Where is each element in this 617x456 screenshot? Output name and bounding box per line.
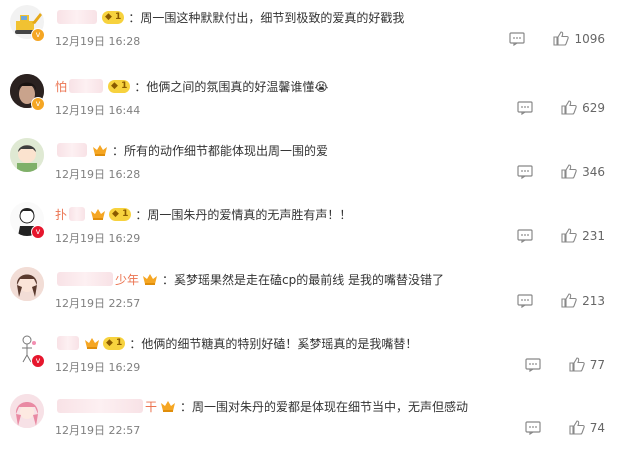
comment-time: 12月19日 22:57 xyxy=(55,424,141,437)
crown-icon xyxy=(84,336,100,350)
comment-text: 周一围对朱丹的爱都是体现在细节当中，无声但感动 xyxy=(192,399,469,414)
reply-icon[interactable] xyxy=(517,100,533,115)
verified-badge-icon: v xyxy=(31,28,45,42)
comment-item: v ◆ 1 ： 周一围这种默默付出，细节到极致的爱真的好戳我 12月19日 16… xyxy=(0,3,617,67)
comment-header: 少年 ： 奚梦瑶果然是走在磕cp的最前线 是我的嘴替没错了 xyxy=(55,270,444,288)
comment-actions: 629 xyxy=(517,100,605,115)
colon: ： xyxy=(134,79,147,94)
comment-time: 12月19日 22:57 xyxy=(55,297,141,310)
comment-actions: 213 xyxy=(517,293,605,308)
pink-hair-avatar-icon xyxy=(10,394,44,428)
comment-item: v 怕 ◆ 1 ： 他俩之间的氛围真的好温馨谁懂😭 12月19日 16:44 6… xyxy=(0,72,617,136)
level-badge: ◆ 1 xyxy=(103,336,126,350)
comment-time: 12月19日 16:28 xyxy=(55,35,141,48)
reply-icon[interactable] xyxy=(517,293,533,308)
colon: ： xyxy=(162,272,175,287)
comment-header: 扑 ◆ 1 ： 周一围朱丹的爱情真的无声胜有声！！ xyxy=(55,205,351,223)
thumbs-up-icon[interactable] xyxy=(569,357,585,372)
colon: ： xyxy=(180,399,193,414)
comment-time: 12月19日 16:29 xyxy=(55,361,141,374)
comment-header: ◆ 1 ： 周一围这种默默付出，细节到极致的爱真的好戳我 xyxy=(55,8,404,26)
thumbs-up-icon[interactable] xyxy=(561,228,577,243)
thumbs-up-icon[interactable] xyxy=(553,31,570,46)
girl-portrait-avatar-icon xyxy=(10,267,44,301)
like-count: 629 xyxy=(582,100,605,115)
comment-item: 干 ： 周一围对朱丹的爱都是体现在细节当中，无声但感动 12月19日 22:57… xyxy=(0,392,617,456)
comment-item: v 扑 ◆ 1 ： 周一围朱丹的爱情真的无声胜有声！！ 12月19日 16:29… xyxy=(0,200,617,264)
crown-icon xyxy=(90,207,106,221)
like-count: 346 xyxy=(582,164,605,179)
verified-badge-icon: v xyxy=(31,97,45,111)
blurred-username[interactable] xyxy=(57,143,87,157)
comment-text: 周一围朱丹的爱情真的无声胜有声！！ xyxy=(147,207,352,222)
comment-text: 奚梦瑶果然是走在磕cp的最前线 是我的嘴替没错了 xyxy=(174,272,445,287)
avatar[interactable] xyxy=(10,394,44,428)
comment-actions: 231 xyxy=(517,228,605,243)
like-count: 213 xyxy=(582,293,605,308)
level-badge: ◆ 1 xyxy=(108,79,131,93)
comment-item: ： 所有的动作细节都能体现出周一围的爱 12月19日 16:28 346 xyxy=(0,136,617,200)
thumbs-up-icon[interactable] xyxy=(569,420,585,435)
username[interactable]: 怕 xyxy=(55,78,67,95)
like-count: 231 xyxy=(582,228,605,243)
colon: ： xyxy=(135,207,148,222)
colon: ： xyxy=(128,10,141,25)
avatar[interactable] xyxy=(10,267,44,301)
comment-actions: 77 xyxy=(525,357,605,372)
crown-icon xyxy=(160,399,176,413)
reply-icon[interactable] xyxy=(509,31,526,46)
thumbs-up-icon[interactable] xyxy=(561,164,577,179)
crown-icon xyxy=(142,272,158,286)
comment-actions: 1096 xyxy=(509,31,605,46)
comment-actions: 74 xyxy=(525,420,605,435)
comment-header: 怕 ◆ 1 ： 他俩之间的氛围真的好温馨谁懂😭 xyxy=(55,77,328,95)
blurred-username[interactable] xyxy=(69,207,86,221)
comment-text: 他俩的细节糖真的特别好磕！奚梦瑶真的是我嘴替！ xyxy=(141,336,418,351)
blurred-username[interactable] xyxy=(57,272,113,286)
comment-time: 12月19日 16:29 xyxy=(55,232,141,245)
reply-icon[interactable] xyxy=(525,420,541,435)
blurred-username[interactable] xyxy=(57,399,143,413)
username[interactable]: 少年 xyxy=(115,271,139,288)
thumbs-up-icon[interactable] xyxy=(561,293,577,308)
comment-item: 少年 ： 奚梦瑶果然是走在磕cp的最前线 是我的嘴替没错了 12月19日 22:… xyxy=(0,265,617,329)
username[interactable]: 扑 xyxy=(55,206,67,223)
level-badge: ◆ 1 xyxy=(109,207,132,221)
comment-text: 周一围这种默默付出，细节到极致的爱真的好戳我 xyxy=(140,10,405,25)
comment-header: ◆ 1 ： 他俩的细节糖真的特别好磕！奚梦瑶真的是我嘴替！ xyxy=(55,334,417,352)
blurred-username[interactable] xyxy=(69,79,104,93)
comment-text: 他俩之间的氛围真的好温馨谁懂😭 xyxy=(146,79,329,94)
cartoon-avatar-icon xyxy=(10,138,44,172)
colon: ： xyxy=(112,143,125,158)
comment-actions: 346 xyxy=(517,164,605,179)
crown-icon xyxy=(92,143,108,157)
like-count: 77 xyxy=(589,357,605,372)
reply-icon[interactable] xyxy=(517,164,533,179)
thumbs-up-icon[interactable] xyxy=(561,100,577,115)
like-count: 1096 xyxy=(574,31,605,46)
username[interactable]: 干 xyxy=(145,398,157,415)
comment-header: 干 ： 周一围对朱丹的爱都是体现在细节当中，无声但感动 xyxy=(55,397,468,415)
comment-list: v ◆ 1 ： 周一围这种默默付出，细节到极致的爱真的好戳我 12月19日 16… xyxy=(0,0,617,447)
colon: ： xyxy=(129,336,142,351)
reply-icon[interactable] xyxy=(517,228,533,243)
comment-item: v ◆ 1 ： 他俩的细节糖真的特别好磕！奚梦瑶真的是我嘴替！ 12月19日 1… xyxy=(0,329,617,393)
blurred-username[interactable] xyxy=(57,336,79,350)
avatar[interactable] xyxy=(10,138,44,172)
comment-header: ： 所有的动作细节都能体现出周一围的爱 xyxy=(55,141,328,159)
verified-badge-icon: v xyxy=(31,354,45,368)
comment-text: 所有的动作细节都能体现出周一围的爱 xyxy=(124,143,329,158)
level-badge: ◆ 1 xyxy=(102,10,125,24)
verified-badge-icon: v xyxy=(31,225,45,239)
blurred-username[interactable] xyxy=(57,10,97,24)
comment-time: 12月19日 16:28 xyxy=(55,168,141,181)
comment-time: 12月19日 16:44 xyxy=(55,104,141,117)
like-count: 74 xyxy=(589,420,605,435)
reply-icon[interactable] xyxy=(525,357,541,372)
